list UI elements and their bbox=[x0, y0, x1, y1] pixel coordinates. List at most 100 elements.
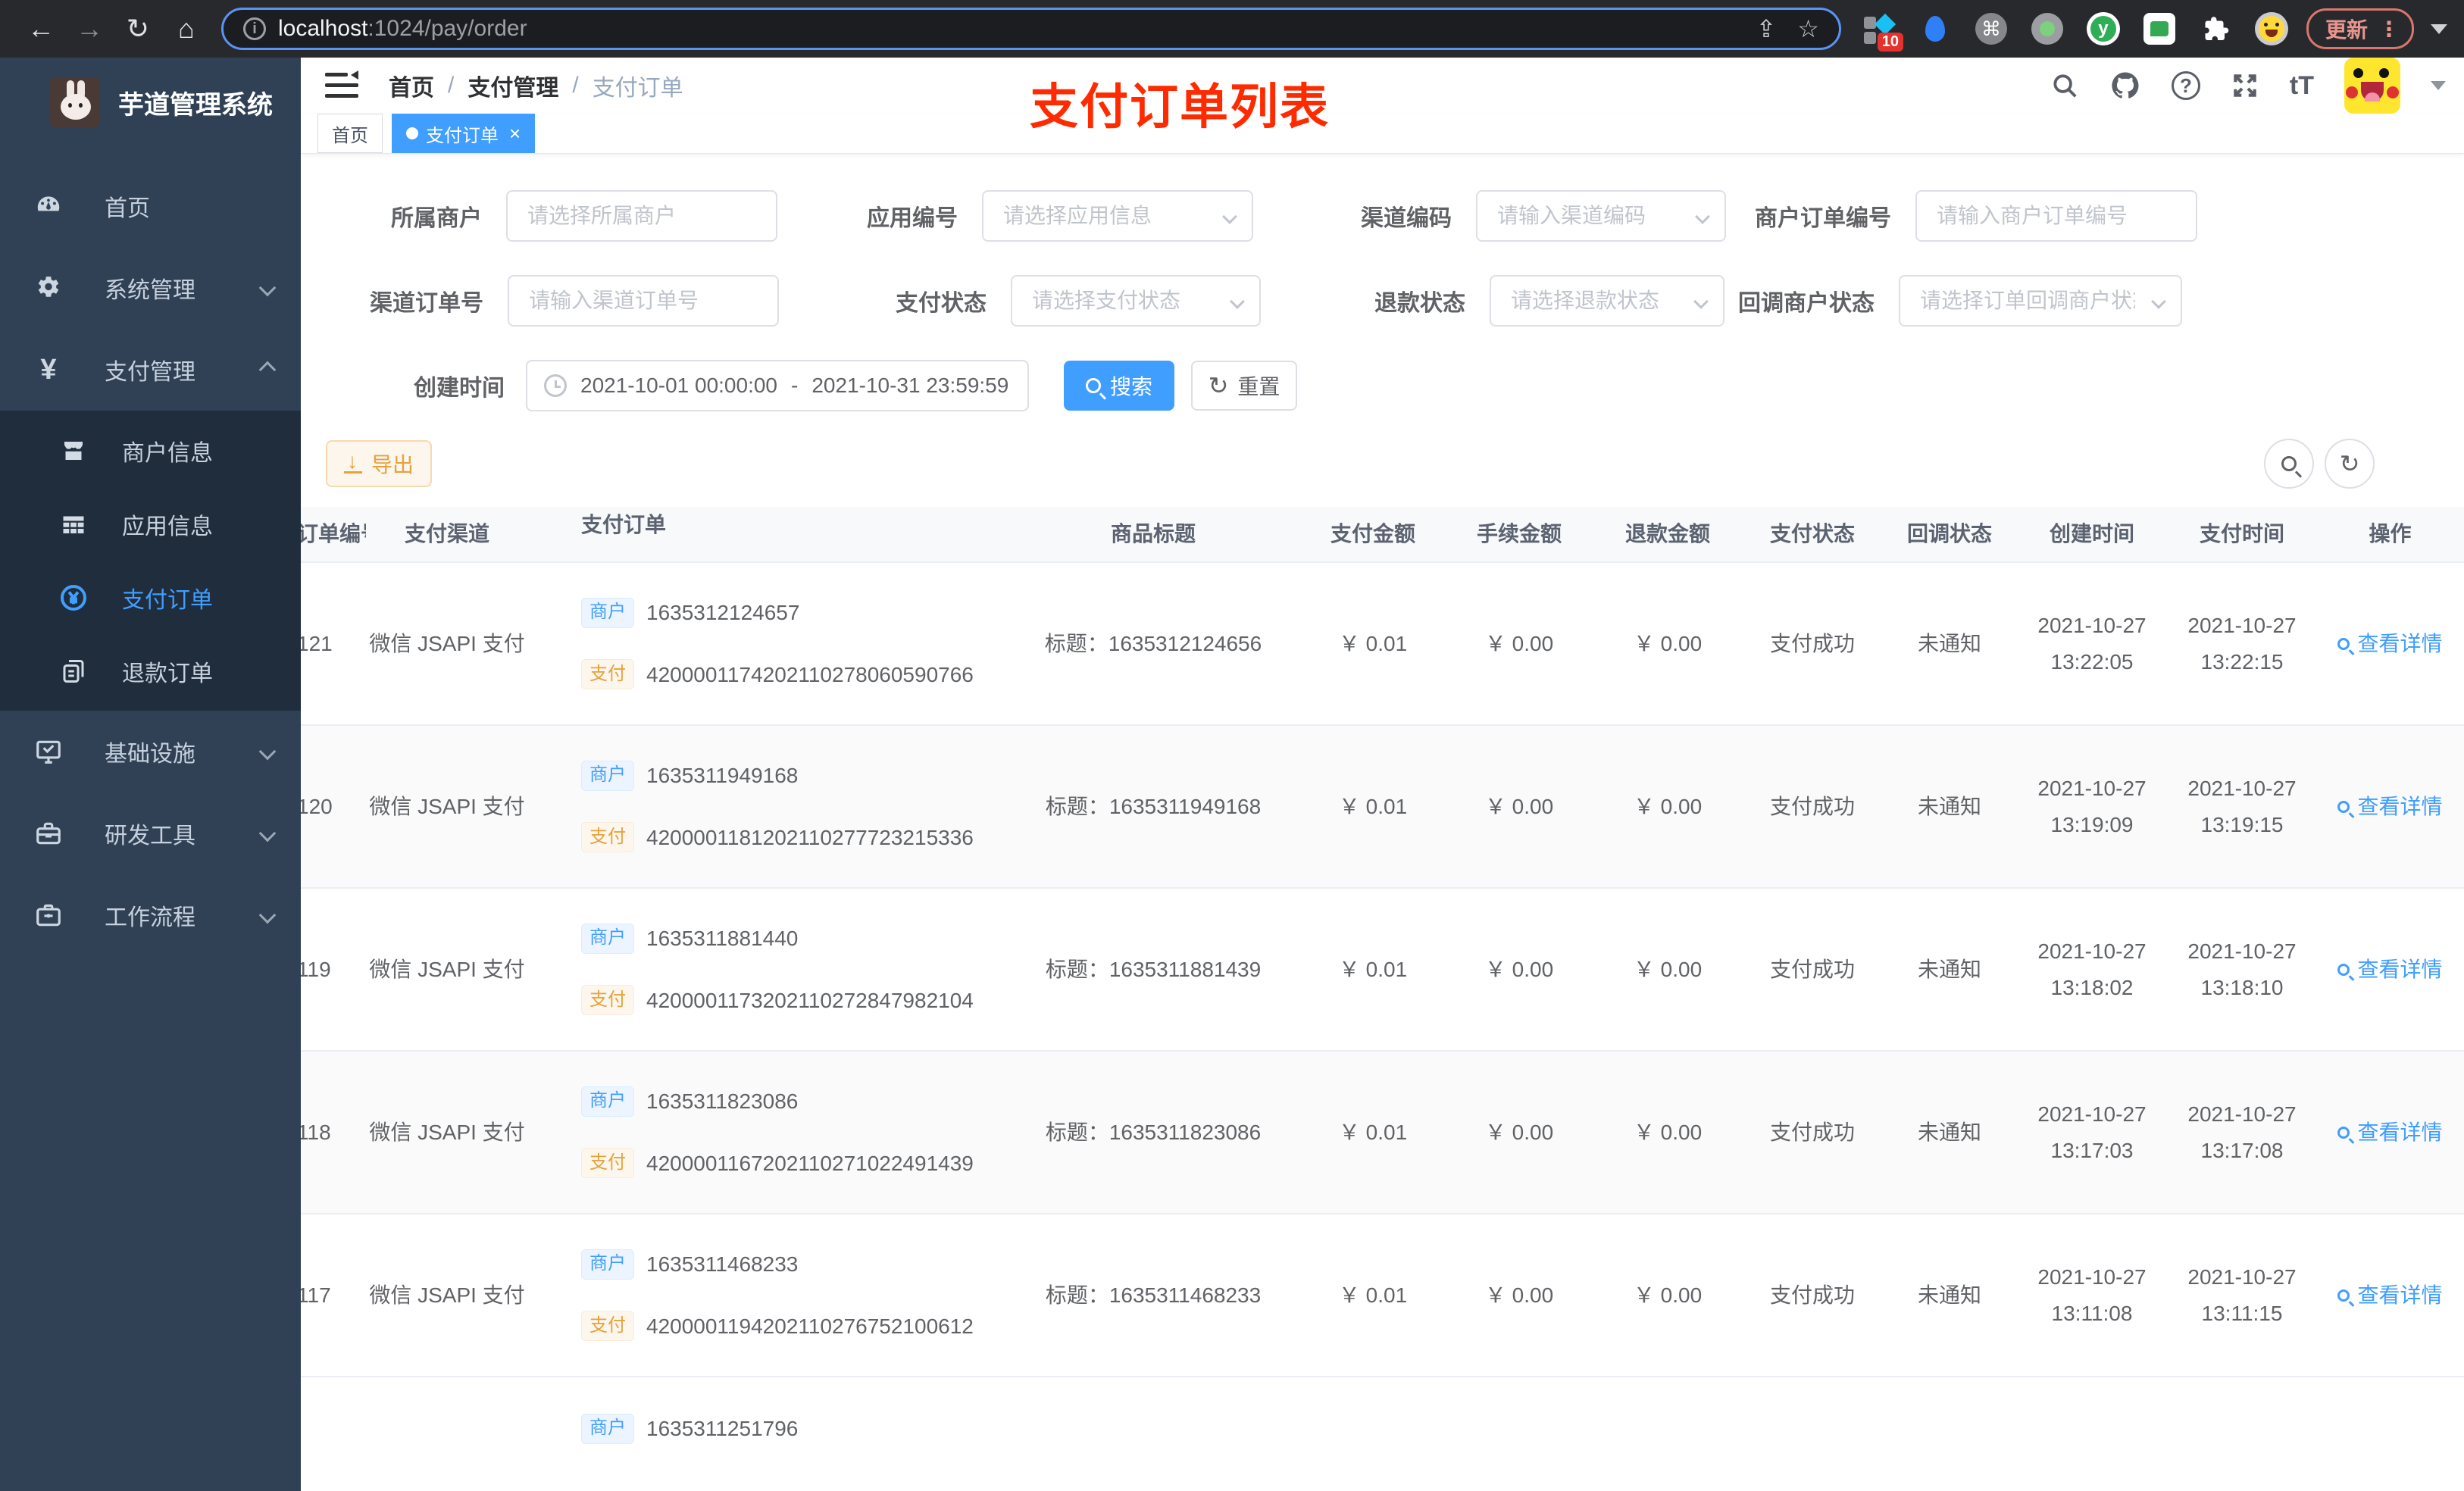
back-icon[interactable]: ← bbox=[21, 9, 61, 48]
table-header-row: 订单编号 支付渠道 支付订单 商品标题 支付金额 手续金额 退款金额 支付状态 … bbox=[301, 507, 2464, 563]
toolbar-overflow-caret-icon[interactable] bbox=[2431, 23, 2447, 34]
channel-order-no-input[interactable] bbox=[509, 277, 777, 325]
merchant-input[interactable] bbox=[508, 192, 776, 240]
yen-circle-icon bbox=[57, 583, 90, 613]
page-content: 所属商户 应用编号 渠道编码 商户订单编号 bbox=[301, 154, 2464, 1491]
reload-icon[interactable]: ↻ bbox=[118, 9, 158, 48]
extension-vue-icon[interactable]: y bbox=[2086, 12, 2120, 45]
date-separator: - bbox=[791, 374, 799, 397]
sidebar-item-merchant-info[interactable]: 商户信息 bbox=[0, 414, 301, 487]
extension-command-icon[interactable]: ⌘ bbox=[1975, 12, 2008, 45]
fee-amount: ￥ 0.00 bbox=[1484, 1283, 1554, 1307]
sidebar-item-infra[interactable]: 基础设施 bbox=[0, 711, 301, 792]
search-button[interactable]: 搜索 bbox=[1064, 361, 1174, 411]
channel-code-select[interactable] bbox=[1477, 192, 1724, 240]
pay-amount: ￥ 0.01 bbox=[1338, 1120, 1408, 1144]
notify-status-select[interactable] bbox=[1900, 277, 2181, 325]
sidebar-item-label: 支付管理 bbox=[105, 360, 195, 385]
home-icon[interactable]: ⌂ bbox=[167, 9, 206, 48]
create-time: 2021-10-27 13:22:05 bbox=[2037, 613, 2147, 674]
help-icon[interactable]: ? bbox=[2171, 71, 2200, 100]
refund-amount: ￥ 0.00 bbox=[1633, 1283, 1703, 1307]
user-menu-caret-icon[interactable] bbox=[2431, 81, 2446, 90]
order-id: 118 bbox=[301, 1120, 331, 1144]
fee-amount: ￥ 0.00 bbox=[1484, 631, 1554, 655]
product-title: 标题：1635312124656 bbox=[1044, 631, 1262, 655]
address-bar[interactable]: i localhost:1024/pay/order ⇪ ☆ bbox=[221, 8, 1841, 50]
notify-status: 未通知 bbox=[1917, 1120, 1981, 1144]
filter-label: 渠道编码 bbox=[1361, 206, 1452, 231]
sidebar-item-system[interactable]: 系统管理 bbox=[0, 247, 301, 329]
tag-pay-order[interactable]: 支付订单 × bbox=[392, 114, 536, 153]
merchant-order-no-input[interactable] bbox=[1917, 192, 2196, 240]
channel-order-no: 4200001173202110272847982104 bbox=[646, 988, 974, 1012]
search-icon bbox=[2337, 800, 2350, 813]
pay-tag: 支付 bbox=[581, 1311, 634, 1342]
view-detail-link[interactable]: 查看详情 bbox=[2337, 952, 2443, 988]
fullscreen-icon[interactable] bbox=[2231, 71, 2259, 100]
orders-table: 订单编号 支付渠道 支付订单 商品标题 支付金额 手续金额 退款金额 支付状态 … bbox=[301, 507, 2464, 1491]
refund-amount: ￥ 0.00 bbox=[1633, 957, 1703, 981]
browser-toolbar: ← → ↻ ⌂ i localhost:1024/pay/order ⇪ ☆ 1… bbox=[0, 0, 2464, 58]
sidebar-item-home[interactable]: 首页 bbox=[0, 165, 301, 247]
search-icon bbox=[2337, 963, 2350, 976]
sidebar-item-devtools[interactable]: 研发工具 bbox=[0, 792, 301, 874]
logo[interactable]: 芋道管理系统 bbox=[0, 58, 301, 147]
search-icon[interactable] bbox=[2050, 71, 2079, 100]
export-button[interactable]: 导出 bbox=[326, 440, 432, 487]
pay-tag: 支付 bbox=[581, 822, 634, 853]
extension-puzzle-icon[interactable] bbox=[2199, 12, 2232, 45]
view-detail-link[interactable]: 查看详情 bbox=[2337, 1277, 2443, 1314]
reset-button[interactable]: ↻ 重置 bbox=[1191, 361, 1297, 411]
close-icon[interactable]: × bbox=[509, 122, 521, 145]
sidebar-item-label: 系统管理 bbox=[105, 278, 195, 303]
shop-icon bbox=[57, 437, 90, 464]
browser-menu-icon[interactable]: ⋮ bbox=[2378, 17, 2400, 42]
github-icon[interactable] bbox=[2109, 70, 2141, 102]
collapse-sidebar-icon[interactable] bbox=[325, 70, 358, 101]
filter-create-time: 创建时间 2021-10-01 00:00:00 - 2021-10-31 23… bbox=[414, 360, 1029, 411]
sidebar-item-pay[interactable]: ¥ 支付管理 bbox=[0, 329, 301, 411]
view-detail-link[interactable]: 查看详情 bbox=[2337, 626, 2443, 662]
breadcrumb-home[interactable]: 首页 bbox=[389, 69, 434, 102]
refresh-table-button[interactable]: ↻ bbox=[2325, 439, 2375, 489]
font-size-icon[interactable]: tT bbox=[2290, 71, 2314, 101]
search-icon bbox=[2337, 1289, 2350, 1302]
share-icon[interactable]: ⇪ bbox=[1756, 14, 1776, 43]
bookmark-star-icon[interactable]: ☆ bbox=[1797, 14, 1819, 43]
clock-icon bbox=[544, 374, 567, 397]
view-detail-link[interactable]: 查看详情 bbox=[2337, 1114, 2443, 1151]
browser-update-button[interactable]: 更新 ⋮ bbox=[2306, 8, 2414, 49]
sidebar-item-workflow[interactable]: 工作流程 bbox=[0, 874, 301, 956]
app-select[interactable] bbox=[983, 192, 1252, 240]
sidebar-item-label: 支付订单 bbox=[122, 587, 213, 613]
notify-status: 未通知 bbox=[1917, 957, 1981, 981]
breadcrumb-pay[interactable]: 支付管理 bbox=[467, 69, 558, 102]
extension-balloon-icon[interactable] bbox=[1918, 12, 1952, 45]
col-header-id: 订单编号 bbox=[301, 522, 366, 546]
pay-time: 2021-10-27 13:22:15 bbox=[2187, 613, 2297, 674]
extension-grid-icon[interactable]: 10 bbox=[1862, 12, 1903, 52]
fee-amount: ￥ 0.00 bbox=[1484, 1120, 1554, 1144]
show-search-button[interactable] bbox=[2264, 439, 2314, 489]
pay-status-select[interactable] bbox=[1012, 277, 1259, 325]
sidebar-item-app-info[interactable]: 应用信息 bbox=[0, 487, 301, 561]
sidebar-item-pay-order[interactable]: 支付订单 bbox=[0, 561, 301, 634]
extension-emoji-icon[interactable] bbox=[2254, 12, 2288, 45]
toolbox-icon bbox=[32, 819, 65, 848]
view-detail-link[interactable]: 查看详情 bbox=[2337, 789, 2443, 825]
notify-status: 未通知 bbox=[1917, 794, 1981, 818]
site-info-icon[interactable]: i bbox=[243, 17, 266, 40]
extension-chat-icon[interactable] bbox=[2143, 12, 2176, 45]
col-header-pay-time: 支付时间 bbox=[2199, 522, 2284, 546]
date-range-picker[interactable]: 2021-10-01 00:00:00 - 2021-10-31 23:59:5… bbox=[526, 360, 1029, 411]
product-title: 标题：1635311881439 bbox=[1045, 957, 1262, 981]
avatar[interactable] bbox=[2344, 58, 2400, 114]
col-header-refund: 退款金额 bbox=[1624, 522, 1710, 546]
extension-badge: 10 bbox=[1877, 33, 1903, 52]
sidebar-item-refund-order[interactable]: 退款订单 bbox=[0, 634, 301, 708]
tag-home[interactable]: 首页 bbox=[317, 114, 383, 153]
refund-status-select[interactable] bbox=[1491, 277, 1723, 325]
forward-icon[interactable]: → bbox=[70, 9, 109, 48]
extension-dot-icon[interactable] bbox=[2031, 12, 2064, 45]
